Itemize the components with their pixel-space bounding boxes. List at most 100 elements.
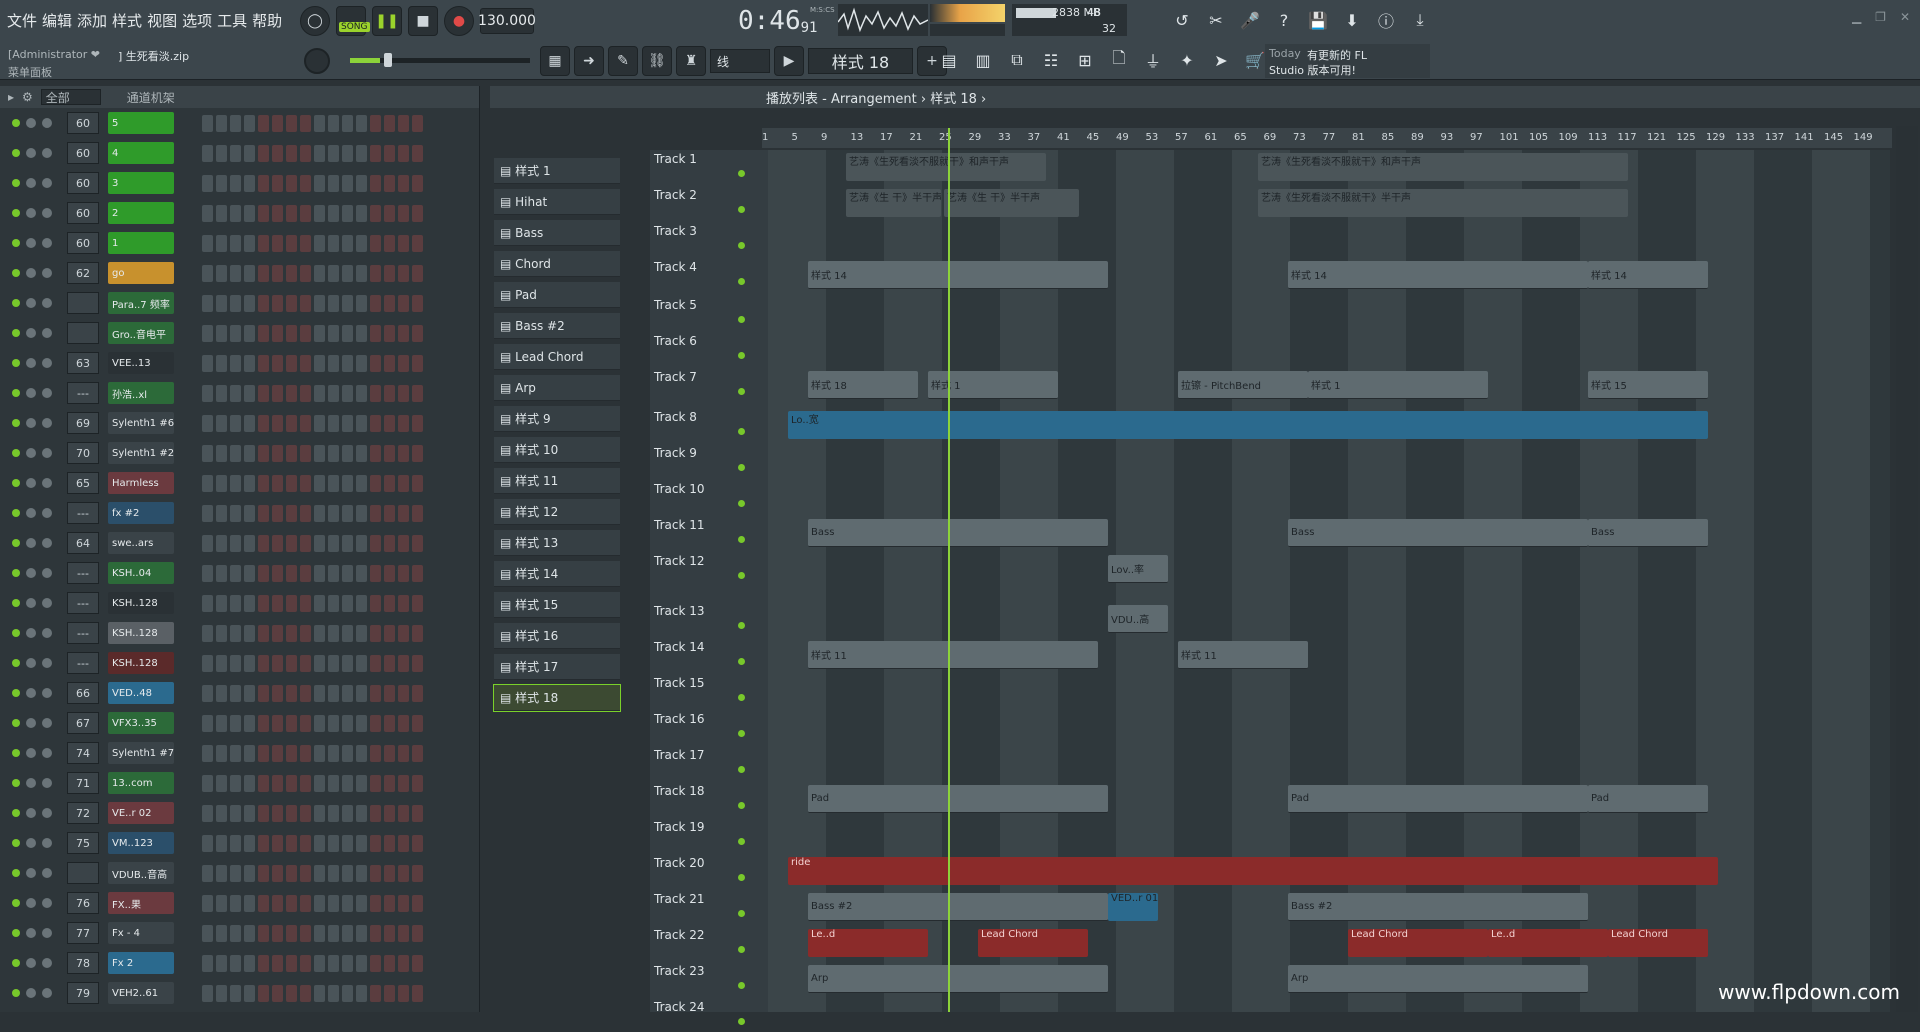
step-button[interactable] bbox=[384, 655, 395, 672]
pattern-item[interactable]: ▤ 样式 17 bbox=[494, 654, 620, 680]
step-button[interactable] bbox=[258, 955, 269, 972]
step-button[interactable] bbox=[398, 655, 409, 672]
playhead[interactable] bbox=[948, 128, 950, 1012]
plug-icon[interactable]: ⏚ bbox=[1139, 46, 1167, 74]
step-button[interactable] bbox=[244, 805, 255, 822]
step-button[interactable] bbox=[384, 625, 395, 642]
step-button[interactable] bbox=[356, 655, 367, 672]
step-button[interactable] bbox=[356, 865, 367, 882]
track-led-icon[interactable] bbox=[738, 622, 745, 629]
step-button[interactable] bbox=[342, 415, 353, 432]
channel-pan-knob[interactable] bbox=[26, 238, 36, 248]
step-button[interactable] bbox=[398, 295, 409, 312]
step-button[interactable] bbox=[328, 115, 339, 132]
step-button[interactable] bbox=[398, 895, 409, 912]
step-button[interactable] bbox=[398, 865, 409, 882]
track-header[interactable]: Track 11 bbox=[650, 516, 750, 550]
step-button[interactable] bbox=[342, 925, 353, 942]
playlist-clip[interactable]: Bass bbox=[1588, 519, 1708, 547]
step-button[interactable] bbox=[370, 175, 381, 192]
step-button[interactable] bbox=[244, 835, 255, 852]
channel-pan-knob[interactable] bbox=[26, 748, 36, 758]
channel-led-icon[interactable] bbox=[12, 689, 20, 697]
playlist-clip[interactable]: Pad bbox=[1288, 785, 1588, 813]
channel-volume-knob[interactable] bbox=[42, 688, 52, 698]
arrangement-grid[interactable]: 艺涛《生死看淡不服就干》和声干声艺涛《生死看淡不服就干》和声干声艺涛《生 干》半… bbox=[768, 150, 1890, 1012]
step-button[interactable] bbox=[356, 985, 367, 1002]
step-button[interactable] bbox=[216, 295, 227, 312]
step-button[interactable] bbox=[412, 715, 423, 732]
pattern-selector[interactable]: 样式 18 bbox=[808, 48, 913, 74]
track-header[interactable]: Track 10 bbox=[650, 480, 750, 514]
pattern-item[interactable]: ▤ Bass #2 bbox=[494, 313, 620, 339]
step-button[interactable] bbox=[230, 745, 241, 762]
step-button[interactable] bbox=[272, 955, 283, 972]
step-button[interactable] bbox=[286, 205, 297, 222]
step-button[interactable] bbox=[300, 205, 311, 222]
pitch-handle[interactable] bbox=[384, 53, 392, 67]
mixer-icon[interactable]: ⧉ bbox=[1003, 46, 1031, 74]
playlist-clip[interactable]: 艺涛《生死看淡不服就干》和声干声 bbox=[846, 153, 1046, 181]
channel-led-icon[interactable] bbox=[12, 209, 20, 217]
step-button[interactable] bbox=[384, 505, 395, 522]
step-button[interactable] bbox=[216, 895, 227, 912]
track-header[interactable]: Track 23 bbox=[650, 962, 750, 996]
playlist-clip[interactable]: Lead Chord bbox=[1348, 929, 1488, 957]
step-button[interactable] bbox=[314, 145, 325, 162]
step-button[interactable] bbox=[272, 115, 283, 132]
channel-volume-knob[interactable] bbox=[42, 958, 52, 968]
step-button[interactable] bbox=[356, 625, 367, 642]
step-button[interactable] bbox=[230, 355, 241, 372]
step-button[interactable] bbox=[272, 445, 283, 462]
channel-row[interactable]: 604 bbox=[0, 138, 470, 168]
step-button[interactable] bbox=[384, 565, 395, 582]
step-button[interactable] bbox=[216, 685, 227, 702]
track-header[interactable]: Track 18 bbox=[650, 782, 750, 816]
channel-volume-knob[interactable] bbox=[42, 388, 52, 398]
channel-volume-knob[interactable] bbox=[42, 148, 52, 158]
step-button[interactable] bbox=[258, 355, 269, 372]
channel-pan-knob[interactable] bbox=[26, 958, 36, 968]
channel-led-icon[interactable] bbox=[12, 749, 20, 757]
track-header[interactable]: Track 8 bbox=[650, 408, 750, 442]
menu-view[interactable]: 视图 bbox=[146, 10, 178, 31]
step-button[interactable] bbox=[286, 175, 297, 192]
channel-row[interactable]: ---KSH..128 bbox=[0, 588, 470, 618]
channel-name-button[interactable]: 2 bbox=[108, 202, 174, 224]
channel-led-icon[interactable] bbox=[12, 149, 20, 157]
step-button[interactable] bbox=[202, 565, 213, 582]
step-button[interactable] bbox=[356, 415, 367, 432]
step-button[interactable] bbox=[342, 475, 353, 492]
step-button[interactable] bbox=[272, 235, 283, 252]
step-button[interactable] bbox=[230, 475, 241, 492]
step-button[interactable] bbox=[244, 535, 255, 552]
step-button[interactable] bbox=[202, 655, 213, 672]
step-button[interactable] bbox=[412, 445, 423, 462]
track-led-icon[interactable] bbox=[738, 874, 745, 881]
step-button[interactable] bbox=[230, 715, 241, 732]
channel-name-button[interactable]: Fx 2 bbox=[108, 952, 174, 974]
channel-mixer-track[interactable]: 69 bbox=[67, 412, 99, 434]
channel-pan-knob[interactable] bbox=[26, 478, 36, 488]
step-button[interactable] bbox=[370, 745, 381, 762]
step-button[interactable] bbox=[314, 685, 325, 702]
step-button[interactable] bbox=[314, 115, 325, 132]
step-button[interactable] bbox=[216, 115, 227, 132]
channel-mixer-track[interactable]: 60 bbox=[67, 232, 99, 254]
step-button[interactable] bbox=[328, 475, 339, 492]
step-button[interactable] bbox=[342, 505, 353, 522]
step-button[interactable] bbox=[342, 745, 353, 762]
step-button[interactable] bbox=[314, 925, 325, 942]
step-button[interactable] bbox=[286, 265, 297, 282]
step-button[interactable] bbox=[328, 595, 339, 612]
step-button[interactable] bbox=[384, 955, 395, 972]
step-button[interactable] bbox=[356, 685, 367, 702]
pattern-item[interactable]: ▤ 样式 15 bbox=[494, 592, 620, 618]
step-button[interactable] bbox=[272, 415, 283, 432]
step-button[interactable] bbox=[412, 625, 423, 642]
step-button[interactable] bbox=[244, 505, 255, 522]
channel-row[interactable]: 64swe..ars bbox=[0, 528, 470, 558]
playlist-clip[interactable]: Pad bbox=[808, 785, 1108, 813]
step-button[interactable] bbox=[286, 415, 297, 432]
step-button[interactable] bbox=[230, 235, 241, 252]
